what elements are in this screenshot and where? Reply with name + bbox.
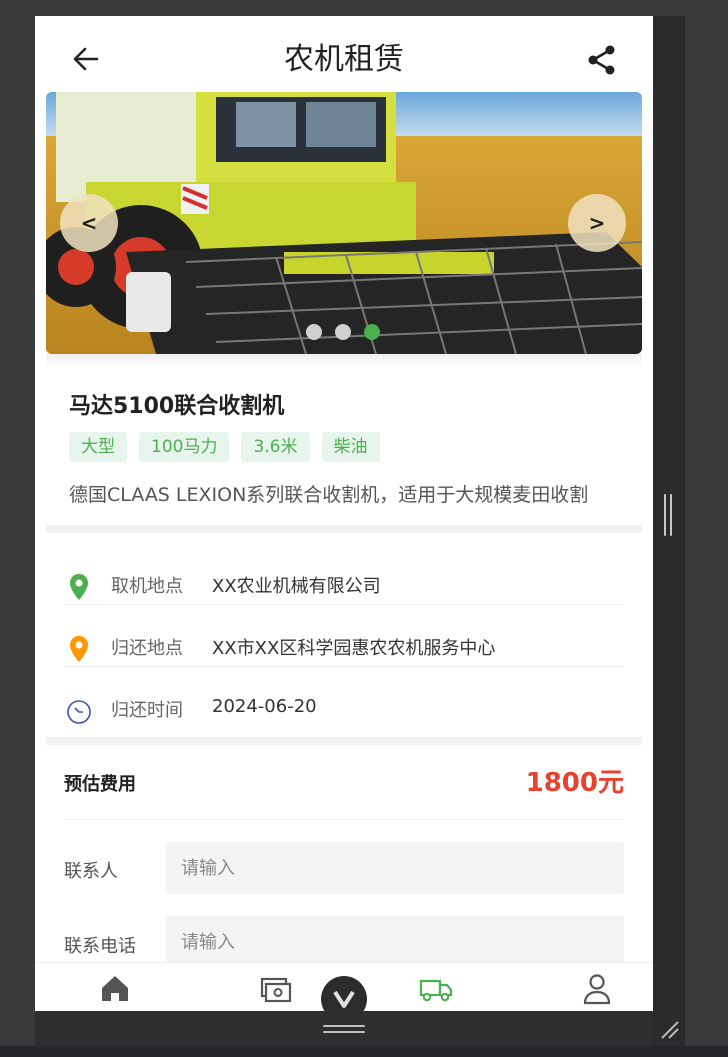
money-icon[interactable]: [256, 971, 296, 1007]
home-icon[interactable]: [95, 971, 135, 1007]
drag-grip-handle[interactable]: [323, 1023, 365, 1035]
pickup-location-row: 取机地点 XX农业机械有限公司: [64, 556, 624, 616]
carousel-next-button[interactable]: >: [568, 194, 626, 252]
product-description: 德国CLAAS LEXION系列联合收割机，适用于大规模麦田收割: [69, 484, 589, 506]
return-time-row[interactable]: 归还时间 2024-06-20: [64, 680, 624, 740]
spec-tag: 大型: [69, 432, 127, 462]
phone-screen: 农机租赁 < > 马达5100联合收割机 大型 100马力 3.6米 柴油 德国…: [35, 16, 653, 1011]
carousel-dot[interactable]: [306, 324, 322, 340]
phone-input[interactable]: [166, 916, 624, 968]
pickup-location-label: 取机地点: [111, 576, 183, 597]
bottom-panel-bar: [35, 1011, 653, 1046]
top-nav: 农机租赁: [35, 16, 653, 92]
location-pin-icon: [64, 572, 94, 602]
row-divider: [64, 604, 624, 605]
truck-icon[interactable]: [416, 971, 456, 1007]
contact-input[interactable]: [166, 842, 624, 894]
carousel-dot[interactable]: [335, 324, 351, 340]
return-location-row: 归还地点 XX市XX区科学园惠农农机服务中心: [64, 618, 624, 678]
screen-edge: [0, 1046, 728, 1057]
spec-tag: 3.6米: [241, 432, 310, 462]
contact-label: 联系人: [64, 861, 118, 882]
banner-shadow: [46, 354, 642, 368]
return-location-label: 归还地点: [111, 638, 183, 659]
return-time-label: 归还时间: [111, 700, 183, 721]
share-icon[interactable]: [587, 44, 617, 76]
spec-tag: 100马力: [139, 432, 230, 462]
image-carousel[interactable]: < >: [46, 92, 642, 354]
harvester-image: [46, 92, 642, 354]
pickup-location-value: XX农业机械有限公司: [212, 576, 381, 597]
spec-tags: 大型 100马力 3.6米 柴油: [69, 432, 380, 462]
section-divider: [46, 737, 642, 745]
return-time-value[interactable]: 2024-06-20: [212, 696, 317, 717]
floating-collapse-button[interactable]: [321, 976, 367, 1011]
row-divider: [64, 666, 624, 667]
product-name: 马达5100联合收割机: [69, 394, 285, 419]
estimated-fee-value: 1800元: [525, 768, 624, 798]
carousel-dot-active[interactable]: [364, 324, 380, 340]
carousel-prev-button[interactable]: <: [60, 194, 118, 252]
chevron-down-icon: [333, 990, 355, 1008]
user-icon[interactable]: [577, 971, 617, 1007]
spec-tag: 柴油: [321, 432, 380, 462]
section-divider: [46, 525, 642, 533]
location-pin-icon: [64, 634, 94, 664]
resize-corner-icon[interactable]: [656, 1016, 682, 1042]
clock-icon: [64, 696, 94, 726]
phone-label: 联系电话: [64, 936, 136, 957]
return-location-value: XX市XX区科学园惠农农机服务中心: [212, 638, 496, 659]
row-divider: [64, 819, 624, 820]
estimated-fee-label: 预估费用: [64, 774, 136, 795]
panel-resize-handle[interactable]: [664, 494, 672, 536]
page-title: 农机租赁: [284, 42, 404, 77]
